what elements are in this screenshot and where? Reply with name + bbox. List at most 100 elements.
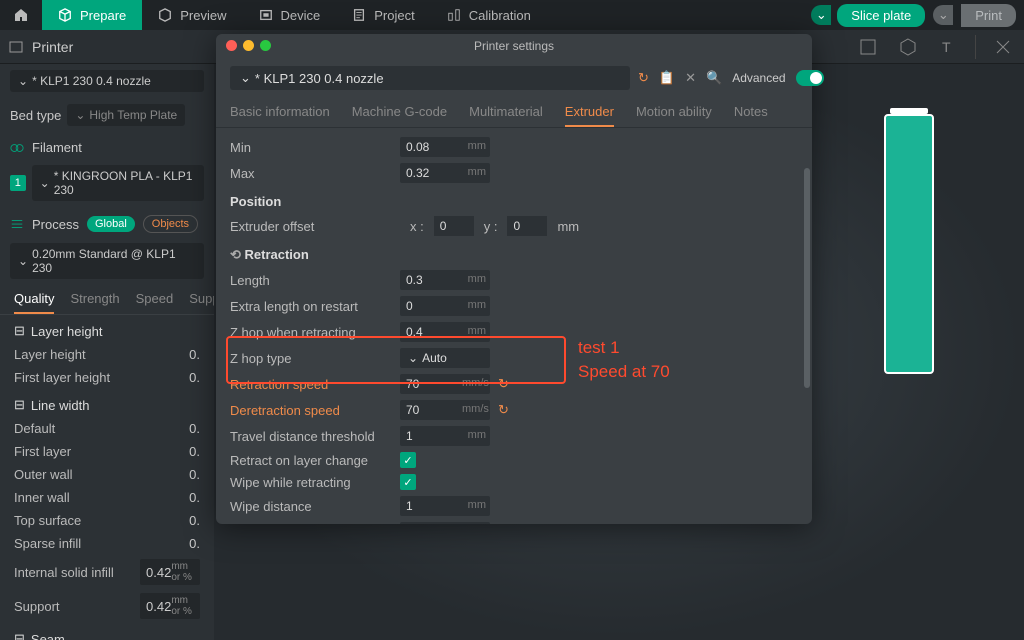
print-button[interactable]: Print	[961, 4, 1016, 27]
group-title: Layer height	[31, 324, 103, 339]
filament-dropdown[interactable]: ⌄ * KINGROON PLA - KLP1 230	[32, 165, 204, 201]
group-seam[interactable]: ⊟ Seam	[0, 623, 214, 640]
tab-label: Prepare	[80, 8, 126, 23]
printer-profile-dropdown[interactable]: ⌄ * KLP1 230 0.4 nozzle	[10, 70, 204, 92]
maximize-icon[interactable]	[260, 40, 271, 51]
tool-text-icon[interactable]: T	[935, 34, 961, 60]
retract-layer-checkbox[interactable]: ✓	[400, 452, 416, 468]
reset-icon[interactable]: ↻	[498, 376, 509, 392]
field-retract-layer-change: Retract on layer change✓	[230, 449, 798, 471]
group-layer-height[interactable]: ⊟ Layer height	[0, 315, 214, 343]
field-sparse-infill: Sparse infill0.	[0, 532, 214, 555]
field-travel-threshold: Travel distance threshold1mm	[230, 423, 798, 449]
undo-icon[interactable]: ↻	[638, 70, 649, 86]
printer-settings-dialog: Printer settings ⌄ * KLP1 230 0.4 nozzle…	[216, 34, 812, 524]
home-button[interactable]	[0, 7, 42, 23]
model-preview[interactable]	[884, 114, 934, 374]
field-extruder-offset: Extruder offsetx :0y :0mm	[230, 213, 798, 239]
tool-cube-icon[interactable]	[895, 34, 921, 60]
advanced-label: Advanced	[732, 71, 785, 85]
field-retraction-speed: Retraction speed70mm/s↻	[230, 371, 798, 397]
tab-calibration[interactable]: Calibration	[431, 0, 547, 30]
tool-orient-icon[interactable]	[855, 34, 881, 60]
group-title: Line width	[31, 398, 90, 413]
tab-extruder[interactable]: Extruder	[565, 98, 614, 127]
tab-label: Device	[281, 8, 321, 23]
field-wipe-distance: Wipe distance1mm	[230, 493, 798, 519]
filament-value: * KINGROON PLA - KLP1 230	[54, 169, 196, 197]
device-icon	[259, 8, 273, 22]
field-zhop-type: Z hop type⌄ Auto	[230, 345, 798, 371]
tab-machine-gcode[interactable]: Machine G-code	[352, 98, 447, 127]
field-layer-height: Layer height0.	[0, 343, 214, 366]
annotation-text: test 1 Speed at 70	[578, 336, 670, 384]
field-internal-solid-infill: Internal solid infill0.42mm or %	[0, 555, 214, 589]
close-icon[interactable]	[226, 40, 237, 51]
global-badge[interactable]: Global	[87, 216, 135, 232]
search-icon[interactable]: 🔍	[706, 70, 722, 86]
project-icon	[352, 8, 366, 22]
field-outer-wall: Outer wall0.	[0, 463, 214, 486]
tab-support[interactable]: Support	[189, 291, 214, 314]
save-icon[interactable]: 📋	[659, 70, 675, 86]
field-wipe-retracting: Wipe while retracting✓	[230, 471, 798, 493]
bed-type-label: Bed type	[10, 108, 61, 123]
field-deretraction-speed: Deretraction speed70mm/s↻	[230, 397, 798, 423]
reset-icon[interactable]: ↻	[498, 402, 509, 418]
field-support: Support0.42mm or %	[0, 589, 214, 623]
left-panel: ⌄ * KLP1 230 0.4 nozzle Bed type ⌄ High …	[0, 64, 214, 640]
tool-assembly-icon[interactable]	[990, 34, 1016, 60]
zhop-type-dropdown[interactable]: ⌄ Auto	[400, 348, 490, 368]
tab-label: Calibration	[469, 8, 531, 23]
settings-body: Min0.08mm Max0.32mm Position Extruder of…	[216, 128, 812, 524]
field-top-surface: Top surface0.	[0, 509, 214, 532]
cube-icon	[58, 8, 72, 22]
filament-section-label: Filament	[32, 140, 82, 155]
tab-basic-info[interactable]: Basic information	[230, 98, 330, 127]
filament-slot-number[interactable]: 1	[10, 175, 26, 191]
bed-type-dropdown[interactable]: ⌄ High Temp Plate	[67, 104, 185, 126]
tab-label: Preview	[180, 8, 226, 23]
field-inner-wall: Inner wall0.	[0, 486, 214, 509]
tab-preview[interactable]: Preview	[142, 0, 242, 30]
section-retraction[interactable]: Retraction	[230, 239, 798, 267]
svg-text:T: T	[942, 39, 951, 55]
scrollbar-thumb[interactable]	[804, 168, 810, 388]
tab-notes[interactable]: Notes	[734, 98, 768, 127]
dialog-title: Printer settings	[474, 39, 554, 53]
field-zhop: Z hop when retracting0.4mm	[230, 319, 798, 345]
print-dropdown[interactable]: ⌄	[933, 5, 953, 25]
scrollbar[interactable]	[804, 138, 810, 514]
calibration-icon	[447, 8, 461, 22]
field-extra-restart: Extra length on restart0mm	[230, 293, 798, 319]
tab-motion[interactable]: Motion ability	[636, 98, 712, 127]
profile-selector[interactable]: ⌄ * KLP1 230 0.4 nozzle	[230, 66, 630, 90]
dialog-titlebar[interactable]: Printer settings	[216, 34, 812, 58]
tab-project[interactable]: Project	[336, 0, 430, 30]
process-icon	[10, 217, 24, 231]
field-length: Length0.3mm	[230, 267, 798, 293]
tab-strength[interactable]: Strength	[70, 291, 119, 314]
slice-dropdown[interactable]: ⌄	[811, 5, 831, 25]
tab-speed[interactable]: Speed	[136, 291, 174, 314]
process-profile-label: 0.20mm Standard @ KLP1 230	[32, 247, 196, 275]
advanced-toggle[interactable]	[796, 70, 824, 86]
close-x-icon[interactable]: ✕	[685, 70, 696, 86]
tab-device[interactable]: Device	[243, 0, 337, 30]
slice-button[interactable]: Slice plate	[837, 4, 925, 27]
section-position: Position	[230, 186, 798, 213]
process-profile-dropdown[interactable]: ⌄ 0.20mm Standard @ KLP1 230	[10, 243, 204, 279]
process-section-label: Process	[32, 217, 79, 232]
tab-multimaterial[interactable]: Multimaterial	[469, 98, 543, 127]
field-min: Min0.08mm	[230, 134, 798, 160]
minimize-icon[interactable]	[243, 40, 254, 51]
group-title: Seam	[31, 632, 65, 640]
field-first-layer: First layer0.	[0, 440, 214, 463]
group-line-width[interactable]: ⊟ Line width	[0, 389, 214, 417]
field-retract-before-wipe: Retract amount before wipe70%	[230, 519, 798, 524]
wipe-retract-checkbox[interactable]: ✓	[400, 474, 416, 490]
tab-quality[interactable]: Quality	[14, 291, 54, 314]
objects-badge[interactable]: Objects	[143, 215, 198, 233]
tab-prepare[interactable]: Prepare	[42, 0, 142, 30]
home-icon	[13, 7, 29, 23]
